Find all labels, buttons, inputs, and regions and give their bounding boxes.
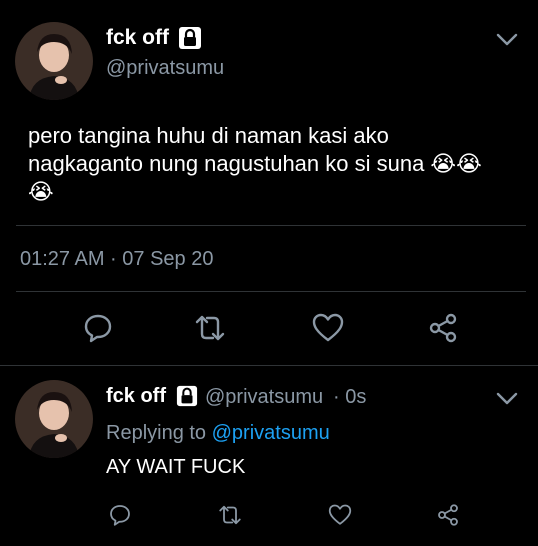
reply-button[interactable]: [78, 310, 118, 350]
retweet-button[interactable]: [190, 310, 230, 350]
chevron-down-icon[interactable]: [494, 389, 520, 409]
share-icon: [436, 503, 460, 532]
share-button[interactable]: [433, 502, 463, 532]
tweet-text: pero tangina huhu di naman kasi ako nagk…: [28, 123, 482, 204]
retweet-icon: [193, 312, 227, 349]
like-icon: [312, 313, 344, 348]
replying-to-link[interactable]: @privatsumu: [212, 422, 330, 444]
reply-icon: [82, 312, 114, 349]
display-name[interactable]: fck off: [106, 26, 169, 50]
divider: [16, 225, 526, 226]
reply-icon: [108, 503, 132, 532]
reply-display-name[interactable]: fck off: [106, 385, 166, 408]
reply-text: AY WAIT FUCK: [106, 456, 246, 478]
reply-button[interactable]: [105, 502, 135, 532]
divider: [16, 291, 526, 292]
handle[interactable]: @privatsumu: [106, 57, 224, 80]
replying-to-label: Replying to: [106, 422, 207, 444]
replying-to: Replying to @privatsumu: [106, 422, 330, 445]
chevron-down-icon[interactable]: [494, 30, 520, 50]
avatar[interactable]: [15, 22, 93, 100]
lock-icon: [178, 26, 202, 55]
retweet-icon: [217, 503, 243, 532]
like-icon: [328, 504, 352, 531]
like-button[interactable]: [308, 310, 348, 350]
like-button[interactable]: [325, 502, 355, 532]
reply-time: · 0s: [333, 386, 367, 408]
reply-handle[interactable]: @privatsumu: [205, 386, 323, 409]
retweet-button[interactable]: [215, 502, 245, 532]
avatar[interactable]: [15, 380, 93, 458]
timestamp[interactable]: 01:27 AM · 07 Sep 20: [20, 248, 213, 271]
share-icon: [427, 312, 459, 349]
lock-icon: [176, 385, 198, 412]
share-button[interactable]: [423, 310, 463, 350]
divider: [0, 365, 538, 366]
